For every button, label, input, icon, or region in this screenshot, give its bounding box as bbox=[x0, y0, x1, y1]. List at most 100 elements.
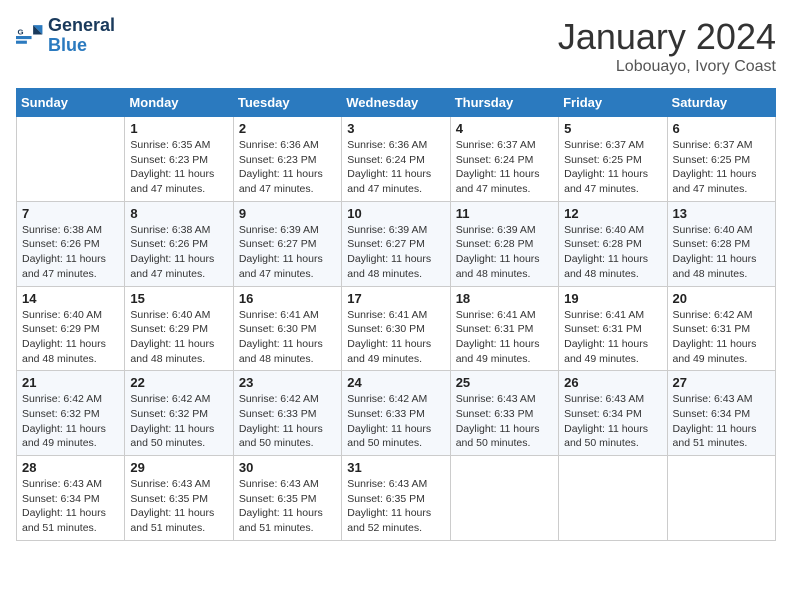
day-number: 21 bbox=[22, 375, 119, 390]
calendar-cell: 7 Sunrise: 6:38 AMSunset: 6:26 PMDaylight… bbox=[17, 201, 125, 286]
day-info: Sunrise: 6:35 AMSunset: 6:23 PMDaylight:… bbox=[130, 138, 227, 197]
calendar-cell: 4 Sunrise: 6:37 AMSunset: 6:24 PMDaylight… bbox=[450, 117, 558, 202]
day-number: 19 bbox=[564, 291, 661, 306]
calendar-cell: 29 Sunrise: 6:43 AMSunset: 6:35 PMDayligh… bbox=[125, 456, 233, 541]
calendar-cell: 14 Sunrise: 6:40 AMSunset: 6:29 PMDayligh… bbox=[17, 286, 125, 371]
day-number: 15 bbox=[130, 291, 227, 306]
day-info: Sunrise: 6:40 AMSunset: 6:29 PMDaylight:… bbox=[22, 308, 119, 367]
day-info: Sunrise: 6:42 AMSunset: 6:32 PMDaylight:… bbox=[22, 392, 119, 451]
logo-line1: General bbox=[48, 15, 115, 35]
day-number: 3 bbox=[347, 121, 444, 136]
calendar-week-row: 1 Sunrise: 6:35 AMSunset: 6:23 PMDaylight… bbox=[17, 117, 776, 202]
day-info: Sunrise: 6:43 AMSunset: 6:34 PMDaylight:… bbox=[564, 392, 661, 451]
day-number: 28 bbox=[22, 460, 119, 475]
day-info: Sunrise: 6:39 AMSunset: 6:27 PMDaylight:… bbox=[347, 223, 444, 282]
logo: G General Blue bbox=[16, 16, 115, 56]
day-info: Sunrise: 6:43 AMSunset: 6:34 PMDaylight:… bbox=[22, 477, 119, 536]
weekday-header-wednesday: Wednesday bbox=[342, 89, 450, 117]
calendar-cell: 31Sunrise: 6:43 AMSunset: 6:35 PMDayligh… bbox=[342, 456, 450, 541]
day-number: 9 bbox=[239, 206, 336, 221]
day-info: Sunrise: 6:36 AMSunset: 6:23 PMDaylight:… bbox=[239, 138, 336, 197]
day-number: 26 bbox=[564, 375, 661, 390]
day-number: 2 bbox=[239, 121, 336, 136]
calendar-cell: 12 Sunrise: 6:40 AMSunset: 6:28 PMDayligh… bbox=[559, 201, 667, 286]
day-info: Sunrise: 6:43 AMSunset: 6:35 PMDaylight:… bbox=[130, 477, 227, 536]
calendar-cell: 20 Sunrise: 6:42 AMSunset: 6:31 PMDayligh… bbox=[667, 286, 775, 371]
calendar-cell: 21 Sunrise: 6:42 AMSunset: 6:32 PMDayligh… bbox=[17, 371, 125, 456]
weekday-header-sunday: Sunday bbox=[17, 89, 125, 117]
weekday-header-tuesday: Tuesday bbox=[233, 89, 341, 117]
day-number: 18 bbox=[456, 291, 553, 306]
calendar-week-row: 21 Sunrise: 6:42 AMSunset: 6:32 PMDayligh… bbox=[17, 371, 776, 456]
calendar-cell: 6 Sunrise: 6:37 AMSunset: 6:25 PMDaylight… bbox=[667, 117, 775, 202]
day-number: 6 bbox=[673, 121, 770, 136]
calendar-table: SundayMondayTuesdayWednesdayThursdayFrid… bbox=[16, 88, 776, 541]
calendar-cell bbox=[17, 117, 125, 202]
calendar-cell: 23Sunrise: 6:42 AMSunset: 6:33 PMDayligh… bbox=[233, 371, 341, 456]
page-header: G General Blue January 2024 Lobouayo, Iv… bbox=[16, 16, 776, 76]
calendar-week-row: 14 Sunrise: 6:40 AMSunset: 6:29 PMDayligh… bbox=[17, 286, 776, 371]
weekday-header-monday: Monday bbox=[125, 89, 233, 117]
day-number: 13 bbox=[673, 206, 770, 221]
calendar-cell: 18 Sunrise: 6:41 AMSunset: 6:31 PMDayligh… bbox=[450, 286, 558, 371]
day-info: Sunrise: 6:39 AMSunset: 6:28 PMDaylight:… bbox=[456, 223, 553, 282]
calendar-cell: 5 Sunrise: 6:37 AMSunset: 6:25 PMDaylight… bbox=[559, 117, 667, 202]
calendar-header: SundayMondayTuesdayWednesdayThursdayFrid… bbox=[17, 89, 776, 117]
day-number: 20 bbox=[673, 291, 770, 306]
day-number: 5 bbox=[564, 121, 661, 136]
day-info: Sunrise: 6:42 AMSunset: 6:33 PMDaylight:… bbox=[347, 392, 444, 451]
weekday-header-friday: Friday bbox=[559, 89, 667, 117]
day-number: 24 bbox=[347, 375, 444, 390]
day-info: Sunrise: 6:40 AMSunset: 6:28 PMDaylight:… bbox=[564, 223, 661, 282]
svg-text:G: G bbox=[18, 27, 24, 36]
day-number: 4 bbox=[456, 121, 553, 136]
calendar-cell: 13 Sunrise: 6:40 AMSunset: 6:28 PMDayligh… bbox=[667, 201, 775, 286]
day-info: Sunrise: 6:40 AMSunset: 6:29 PMDaylight:… bbox=[130, 308, 227, 367]
day-number: 8 bbox=[130, 206, 227, 221]
day-number: 1 bbox=[130, 121, 227, 136]
day-info: Sunrise: 6:41 AMSunset: 6:31 PMDaylight:… bbox=[564, 308, 661, 367]
day-number: 29 bbox=[130, 460, 227, 475]
day-info: Sunrise: 6:43 AMSunset: 6:34 PMDaylight:… bbox=[673, 392, 770, 451]
day-number: 14 bbox=[22, 291, 119, 306]
day-info: Sunrise: 6:38 AMSunset: 6:26 PMDaylight:… bbox=[22, 223, 119, 282]
month-year-title: January 2024 bbox=[558, 16, 776, 58]
calendar-cell: 9 Sunrise: 6:39 AMSunset: 6:27 PMDaylight… bbox=[233, 201, 341, 286]
day-number: 25 bbox=[456, 375, 553, 390]
calendar-cell bbox=[667, 456, 775, 541]
calendar-cell: 22 Sunrise: 6:42 AMSunset: 6:32 PMDayligh… bbox=[125, 371, 233, 456]
day-number: 23 bbox=[239, 375, 336, 390]
calendar-week-row: 28 Sunrise: 6:43 AMSunset: 6:34 PMDayligh… bbox=[17, 456, 776, 541]
calendar-cell: 3 Sunrise: 6:36 AMSunset: 6:24 PMDaylight… bbox=[342, 117, 450, 202]
day-info: Sunrise: 6:43 AMSunset: 6:35 PMDaylight:… bbox=[239, 477, 336, 536]
weekday-header-row: SundayMondayTuesdayWednesdayThursdayFrid… bbox=[17, 89, 776, 117]
day-info: Sunrise: 6:36 AMSunset: 6:24 PMDaylight:… bbox=[347, 138, 444, 197]
day-info: Sunrise: 6:37 AMSunset: 6:25 PMDaylight:… bbox=[564, 138, 661, 197]
calendar-cell: 16Sunrise: 6:41 AMSunset: 6:30 PMDayligh… bbox=[233, 286, 341, 371]
day-number: 17 bbox=[347, 291, 444, 306]
calendar-title-block: January 2024 Lobouayo, Ivory Coast bbox=[558, 16, 776, 76]
day-info: Sunrise: 6:37 AMSunset: 6:25 PMDaylight:… bbox=[673, 138, 770, 197]
day-number: 7 bbox=[22, 206, 119, 221]
day-number: 12 bbox=[564, 206, 661, 221]
calendar-cell: 28 Sunrise: 6:43 AMSunset: 6:34 PMDayligh… bbox=[17, 456, 125, 541]
day-info: Sunrise: 6:42 AMSunset: 6:31 PMDaylight:… bbox=[673, 308, 770, 367]
day-info: Sunrise: 6:42 AMSunset: 6:32 PMDaylight:… bbox=[130, 392, 227, 451]
day-info: Sunrise: 6:41 AMSunset: 6:31 PMDaylight:… bbox=[456, 308, 553, 367]
day-number: 27 bbox=[673, 375, 770, 390]
calendar-cell: 27 Sunrise: 6:43 AMSunset: 6:34 PMDayligh… bbox=[667, 371, 775, 456]
logo-text: General Blue bbox=[48, 16, 115, 56]
calendar-cell: 19 Sunrise: 6:41 AMSunset: 6:31 PMDayligh… bbox=[559, 286, 667, 371]
calendar-cell: 25Sunrise: 6:43 AMSunset: 6:33 PMDayligh… bbox=[450, 371, 558, 456]
day-info: Sunrise: 6:40 AMSunset: 6:28 PMDaylight:… bbox=[673, 223, 770, 282]
calendar-body: 1 Sunrise: 6:35 AMSunset: 6:23 PMDaylight… bbox=[17, 117, 776, 541]
day-number: 22 bbox=[130, 375, 227, 390]
day-number: 31 bbox=[347, 460, 444, 475]
day-info: Sunrise: 6:37 AMSunset: 6:24 PMDaylight:… bbox=[456, 138, 553, 197]
day-info: Sunrise: 6:38 AMSunset: 6:26 PMDaylight:… bbox=[130, 223, 227, 282]
logo-line2: Blue bbox=[48, 35, 87, 55]
calendar-cell bbox=[450, 456, 558, 541]
day-info: Sunrise: 6:41 AMSunset: 6:30 PMDaylight:… bbox=[239, 308, 336, 367]
day-info: Sunrise: 6:39 AMSunset: 6:27 PMDaylight:… bbox=[239, 223, 336, 282]
calendar-cell: 2 Sunrise: 6:36 AMSunset: 6:23 PMDaylight… bbox=[233, 117, 341, 202]
